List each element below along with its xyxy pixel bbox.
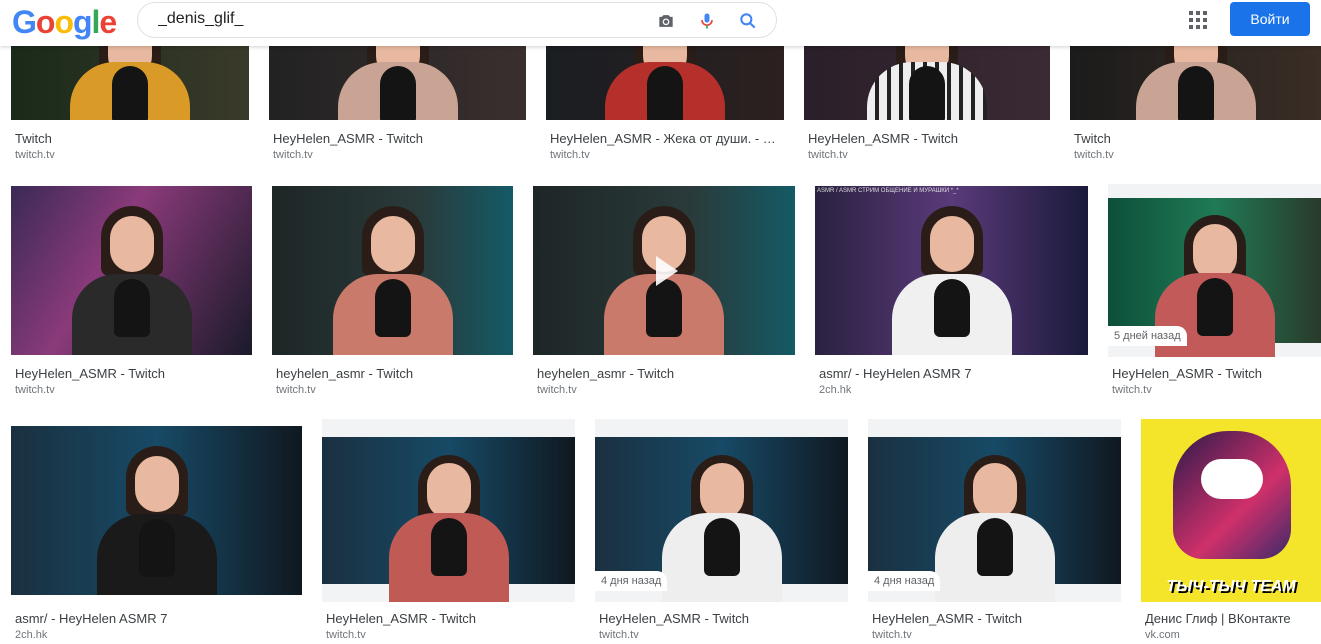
result-title[interactable]: HeyHelen_ASMR - Twitch xyxy=(808,131,1046,146)
result-title[interactable]: Денис Глиф | ВКонтакте xyxy=(1145,611,1317,626)
age-badge: 4 дня назад xyxy=(868,571,941,591)
result-source: twitch.tv xyxy=(276,384,316,396)
result-title[interactable]: HeyHelen_ASMR - Twitch xyxy=(872,611,1117,626)
result-source: twitch.tv xyxy=(326,629,366,641)
search-icon[interactable] xyxy=(738,11,758,31)
result-thumbnail[interactable] xyxy=(11,426,302,595)
result-title[interactable]: HeyHelen_ASMR - Twitch xyxy=(1112,366,1317,381)
result-title[interactable]: HeyHelen_ASMR - Twitch xyxy=(326,611,571,626)
result-title[interactable]: heyhelen_asmr - Twitch xyxy=(276,366,509,381)
result-title[interactable]: HeyHelen_ASMR - Twitch xyxy=(15,366,248,381)
result-source: twitch.tv xyxy=(273,149,313,161)
signin-button[interactable]: Войти xyxy=(1230,2,1310,36)
play-icon xyxy=(656,255,678,286)
result-thumbnail[interactable]: 4 дня назад xyxy=(868,419,1121,602)
microphone-icon[interactable] xyxy=(697,11,717,31)
result-title[interactable]: HeyHelen_ASMR - Twitch xyxy=(273,131,522,146)
result-source: twitch.tv xyxy=(550,149,590,161)
result-thumbnail[interactable]: 4 дня назад xyxy=(595,419,848,602)
search-box xyxy=(137,2,777,38)
result-thumbnail[interactable] xyxy=(11,186,252,355)
result-title[interactable]: Twitch xyxy=(1074,131,1317,146)
result-source: vk.com xyxy=(1145,629,1180,641)
result-thumbnail[interactable]: ASMR / ASMR СТРИМ ОБЩЕНИЕ И МУРАШКИ *_* xyxy=(815,186,1088,355)
result-source: twitch.tv xyxy=(537,384,577,396)
result-source: 2ch.hk xyxy=(15,629,48,641)
result-thumbnail[interactable] xyxy=(272,186,513,355)
result-title[interactable]: asmr/ - HeyHelen ASMR 7 xyxy=(819,366,1084,381)
result-thumbnail[interactable]: 5 дней назад xyxy=(1108,184,1321,357)
result-source: twitch.tv xyxy=(15,149,55,161)
result-title[interactable]: asmr/ - HeyHelen ASMR 7 xyxy=(15,611,298,626)
age-badge: 4 дня назад xyxy=(595,571,668,591)
thumbnail-caption: ТЫЧ-ТЫЧ TEAM xyxy=(1166,578,1296,595)
age-badge: 5 дней назад xyxy=(1108,326,1187,346)
result-thumbnail[interactable] xyxy=(533,186,795,355)
result-source: 2ch.hk xyxy=(819,384,852,396)
result-thumbnail[interactable]: ТЫЧ-ТЫЧ TEAM xyxy=(1141,419,1321,602)
result-title[interactable]: HeyHelen_ASMR - Жека от души. - Twit… xyxy=(550,131,780,146)
result-source: twitch.tv xyxy=(1074,149,1114,161)
result-source: twitch.tv xyxy=(599,629,639,641)
top-bar: Google Войти xyxy=(0,0,1321,46)
search-input[interactable] xyxy=(158,10,638,28)
apps-grid-icon[interactable] xyxy=(1189,11,1207,29)
result-title[interactable]: heyhelen_asmr - Twitch xyxy=(537,366,791,381)
result-source: twitch.tv xyxy=(872,629,912,641)
result-source: twitch.tv xyxy=(1112,384,1152,396)
result-thumbnail[interactable] xyxy=(322,419,575,602)
result-title[interactable]: HeyHelen_ASMR - Twitch xyxy=(599,611,844,626)
google-logo[interactable]: Google xyxy=(12,4,117,41)
result-source: twitch.tv xyxy=(15,384,55,396)
camera-icon[interactable] xyxy=(656,11,676,31)
result-title[interactable]: Twitch xyxy=(15,131,245,146)
thumbnail-caption: ASMR / ASMR СТРИМ ОБЩЕНИЕ И МУРАШКИ *_* xyxy=(817,188,959,194)
result-source: twitch.tv xyxy=(808,149,848,161)
